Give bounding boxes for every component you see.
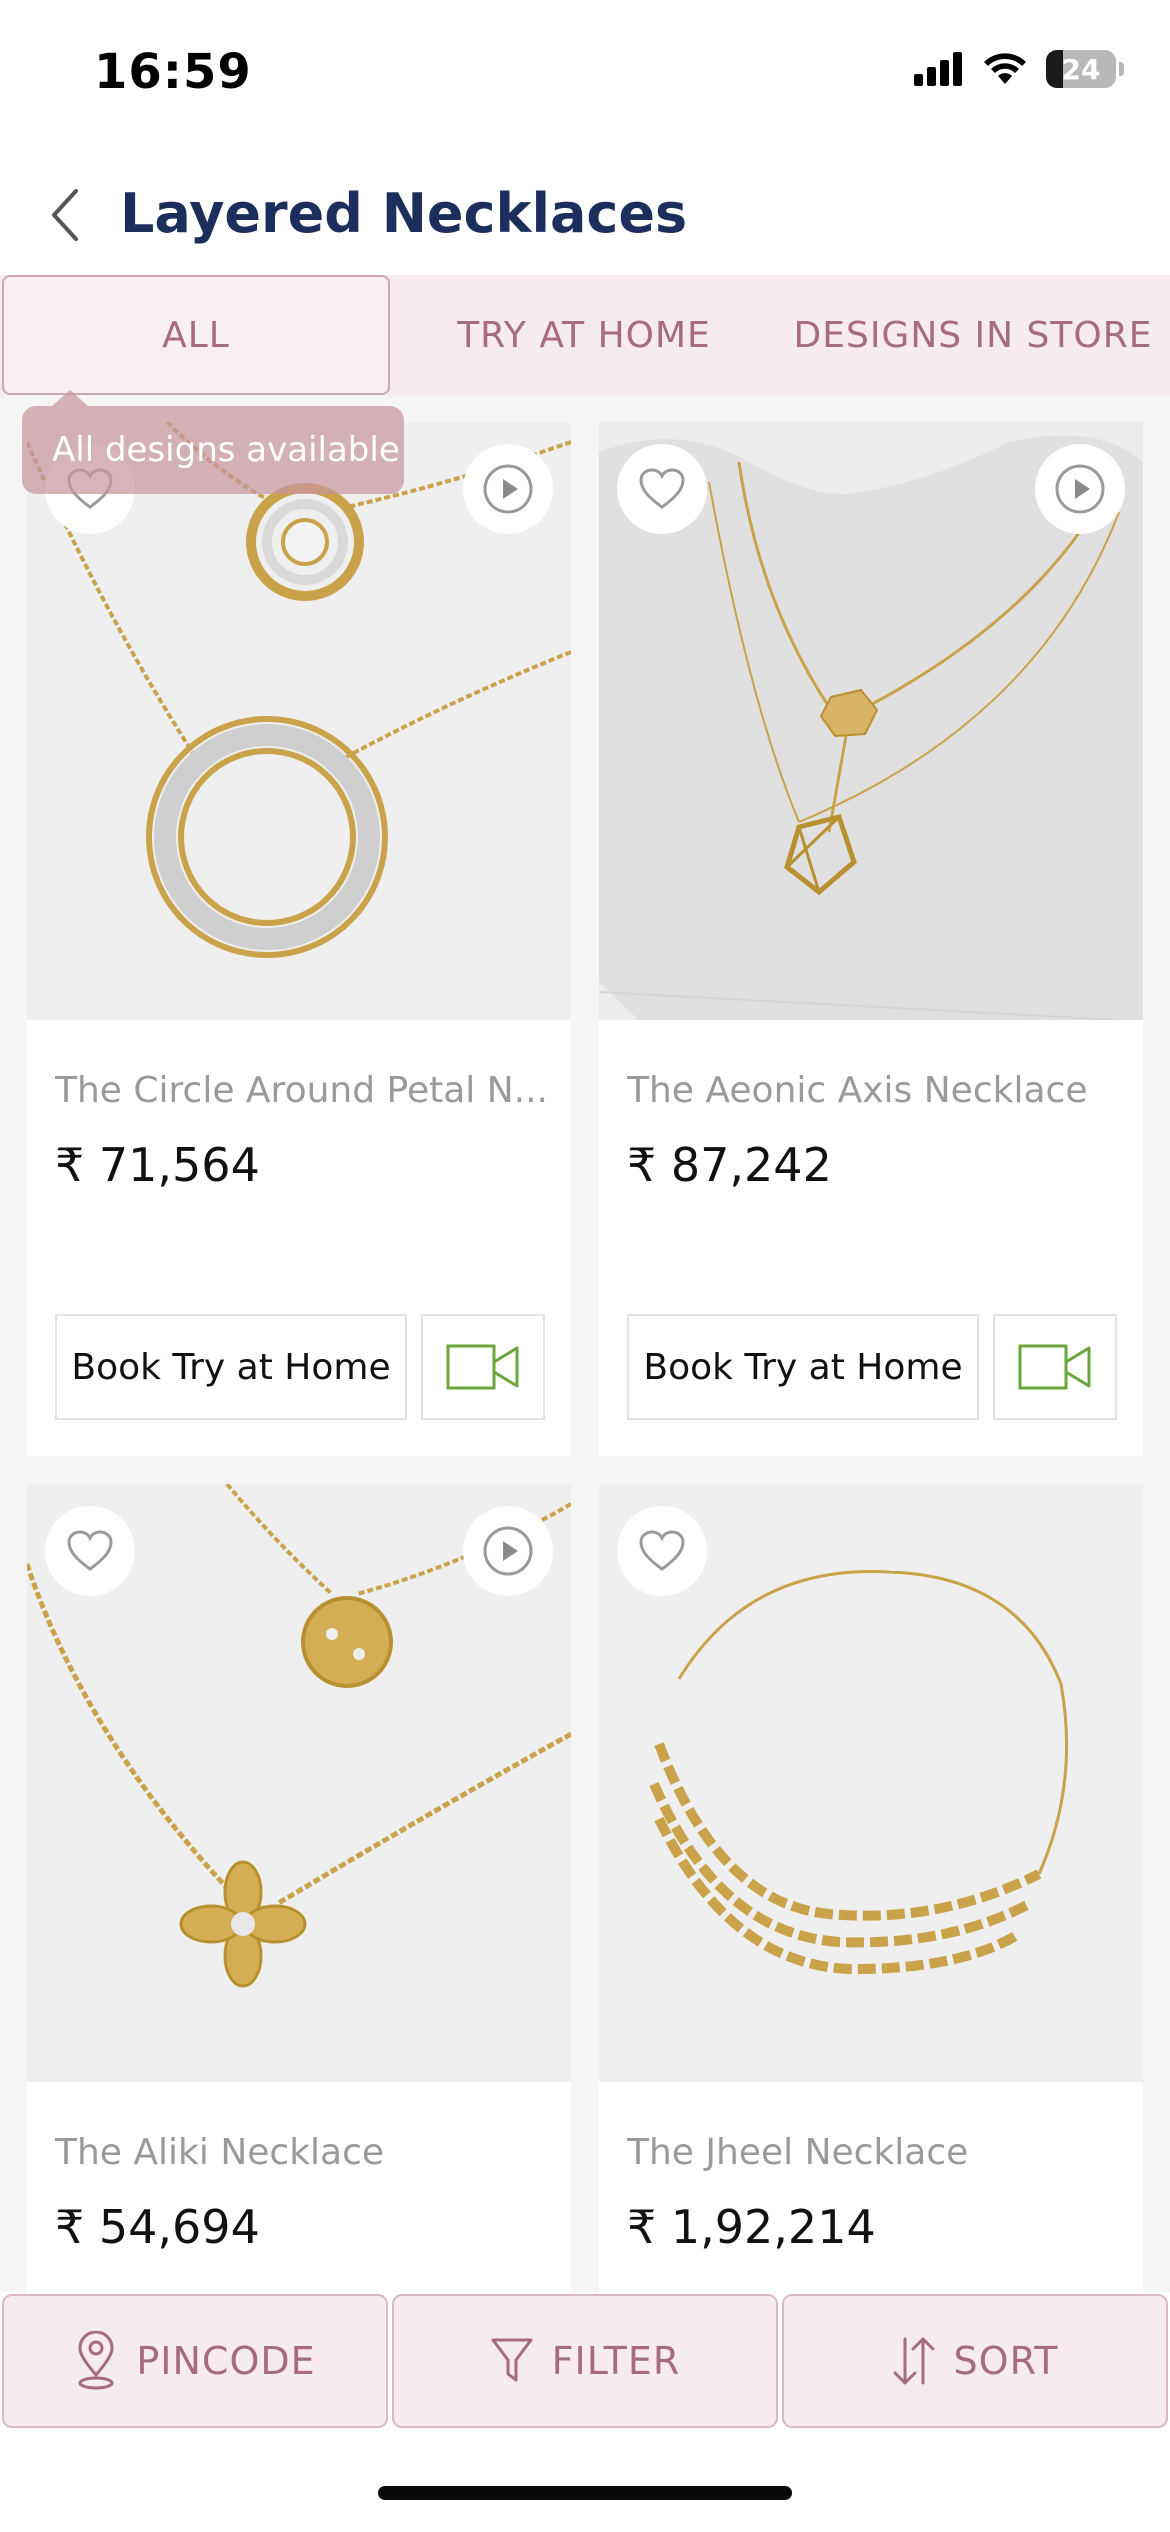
book-try-at-home-button[interactable]: Book Try at Home bbox=[55, 1314, 407, 1420]
heart-icon bbox=[639, 1530, 685, 1571]
heart-icon bbox=[639, 468, 685, 509]
wishlist-button[interactable] bbox=[45, 1506, 135, 1596]
play-video-button[interactable] bbox=[1035, 444, 1125, 534]
back-button[interactable] bbox=[36, 185, 96, 245]
bottom-action-bar: PINCODE FILTER SORT bbox=[0, 2292, 1170, 2432]
product-price: ₹ 54,694 bbox=[55, 2200, 260, 2254]
product-image[interactable] bbox=[599, 422, 1143, 1020]
product-card[interactable]: The Aeonic Axis Necklace ₹ 87,242 Book T… bbox=[599, 422, 1143, 1456]
product-name[interactable]: The Circle Around Petal N... bbox=[55, 1070, 555, 1111]
play-icon bbox=[483, 1526, 533, 1576]
sort-button[interactable]: SORT bbox=[782, 2294, 1168, 2428]
product-image[interactable] bbox=[27, 1484, 571, 2082]
filter-button[interactable]: FILTER bbox=[392, 2294, 778, 2428]
status-icons: 24 bbox=[914, 50, 1124, 88]
tab-try-at-home[interactable]: TRY AT HOME bbox=[390, 275, 778, 395]
sort-label: SORT bbox=[953, 2339, 1059, 2383]
location-pin-icon bbox=[78, 2331, 114, 2390]
product-image[interactable] bbox=[27, 422, 571, 1020]
video-call-button[interactable] bbox=[421, 1314, 545, 1420]
play-icon bbox=[483, 464, 533, 514]
play-video-button[interactable] bbox=[463, 1506, 553, 1596]
product-price: ₹ 87,242 bbox=[627, 1138, 832, 1192]
pincode-button[interactable]: PINCODE bbox=[2, 2294, 388, 2428]
tab-tooltip: All designs available bbox=[22, 390, 404, 494]
pincode-label: PINCODE bbox=[136, 2339, 316, 2383]
product-image[interactable] bbox=[599, 1484, 1143, 2082]
play-video-button[interactable] bbox=[463, 444, 553, 534]
heart-icon bbox=[67, 1530, 113, 1571]
home-indicator[interactable] bbox=[378, 2486, 792, 2500]
page-title: Layered Necklaces bbox=[120, 182, 688, 245]
chevron-left-icon bbox=[52, 189, 78, 241]
wishlist-button[interactable] bbox=[617, 444, 707, 534]
product-card[interactable]: The Aliki Necklace ₹ 54,694 bbox=[27, 1484, 571, 2292]
filter-label: FILTER bbox=[551, 2339, 681, 2383]
wishlist-button[interactable] bbox=[617, 1506, 707, 1596]
funnel-icon bbox=[491, 2338, 533, 2382]
header: Layered Necklaces bbox=[0, 160, 1170, 270]
battery-icon: 24 bbox=[1046, 50, 1124, 88]
book-try-at-home-button[interactable]: Book Try at Home bbox=[627, 1314, 979, 1420]
video-camera-icon bbox=[446, 1344, 519, 1390]
wifi-icon bbox=[984, 53, 1026, 84]
sort-arrows-icon bbox=[893, 2337, 935, 2385]
product-price: ₹ 1,92,214 bbox=[627, 2200, 876, 2254]
product-name[interactable]: The Jheel Necklace bbox=[627, 2132, 1127, 2173]
play-icon bbox=[1055, 464, 1105, 514]
signal-icon bbox=[914, 52, 962, 86]
product-name[interactable]: The Aliki Necklace bbox=[55, 2132, 555, 2173]
status-time: 16:59 bbox=[94, 44, 252, 100]
video-call-button[interactable] bbox=[993, 1314, 1117, 1420]
battery-level bbox=[1046, 50, 1063, 88]
filter-tabs: ALL TRY AT HOME DESIGNS IN STORE bbox=[0, 275, 1170, 395]
tab-designs-in-store[interactable]: DESIGNS IN STORE bbox=[778, 275, 1168, 395]
battery-percentage: 24 bbox=[1061, 52, 1101, 86]
product-price: ₹ 71,564 bbox=[55, 1138, 260, 1192]
video-camera-icon bbox=[1018, 1344, 1091, 1390]
product-card[interactable]: The Circle Around Petal N... ₹ 71,564 Bo… bbox=[27, 422, 571, 1456]
status-bar: 16:59 24 bbox=[0, 0, 1170, 150]
product-name[interactable]: The Aeonic Axis Necklace bbox=[627, 1070, 1127, 1111]
product-card[interactable]: The Jheel Necklace ₹ 1,92,214 bbox=[599, 1484, 1143, 2292]
tab-all[interactable]: ALL bbox=[2, 275, 390, 395]
